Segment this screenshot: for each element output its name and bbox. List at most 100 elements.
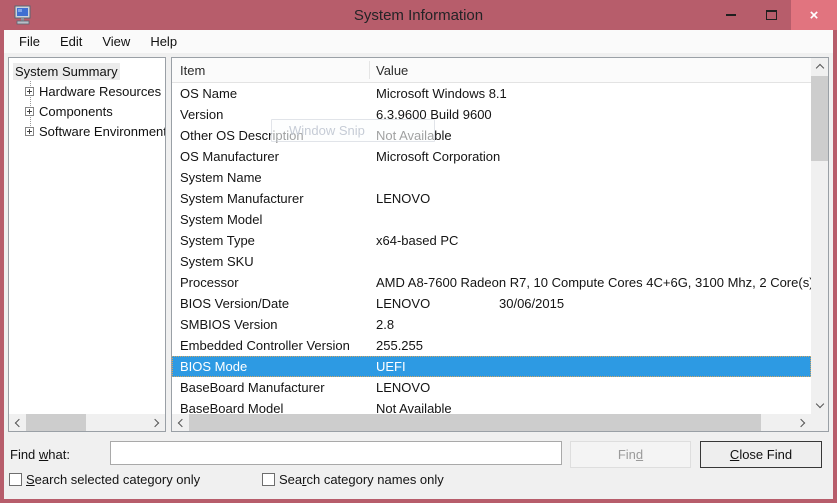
table-row[interactable]: BIOS Version/Date LENOVO30/06/2015 [172,293,811,314]
sidebar-item[interactable]: Hardware Resources [9,81,165,101]
minimize-icon [726,14,736,16]
table-row[interactable]: OS Name Microsoft Windows 8.1 [172,83,811,104]
chevron-right-icon [151,418,159,426]
tree-horizontal-scrollbar[interactable] [9,414,165,431]
row-value-cell: LENOVO [376,377,811,398]
table-body: OS Name Microsoft Windows 8.1 Version 6.3.9… [172,83,811,414]
tree: System Summary Hardware Resources Componen… [9,58,165,414]
sidebar-item-label: System Summary [13,63,120,80]
table-horizontal-scrollbar[interactable] [172,414,811,431]
row-item-cell: Other OS Description [172,125,369,146]
menu-view[interactable]: View [92,32,140,51]
row-item-cell: BIOS Version/Date [172,293,369,314]
table-row[interactable]: OS Manufacturer Microsoft Corporation [172,146,811,167]
table-row[interactable]: System Model [172,209,811,230]
row-item-cell: OS Name [172,83,369,104]
row-value-cell: LENOVO30/06/2015 [376,293,811,314]
minimize-button[interactable] [711,0,751,30]
row-item-cell: SMBIOS Version [172,314,369,335]
sidebar-item-label: Software Environment [39,124,165,139]
menu-file[interactable]: File [9,32,50,51]
system-information-window: System Information × File Edit View Help… [0,0,837,503]
row-item-cell: OS Manufacturer [172,146,369,167]
row-item-cell: System Manufacturer [172,188,369,209]
menu-help[interactable]: Help [140,32,187,51]
expand-plus-icon[interactable] [25,87,34,96]
table-row[interactable]: Embedded Controller Version 255.255 [172,335,811,356]
sidebar-item[interactable]: Components [9,101,165,121]
table-row[interactable]: System Manufacturer LENOVO [172,188,811,209]
table-row[interactable]: SMBIOS Version 2.8 [172,314,811,335]
checkbox-icon[interactable] [262,473,275,486]
checkbox-label[interactable]: Search category names only [279,472,444,487]
scroll-right-button[interactable] [794,414,811,431]
scroll-up-button[interactable] [811,58,828,75]
column-header-item[interactable]: Item [180,58,205,83]
table-row[interactable]: System Name [172,167,811,188]
row-item-cell: System SKU [172,251,369,272]
find-input[interactable] [110,441,562,465]
chevron-left-icon [15,418,23,426]
menu-edit[interactable]: Edit [50,32,92,51]
scrollbar-thumb[interactable] [26,414,86,431]
find-button[interactable]: Find [570,441,691,468]
table-row[interactable]: BIOS Mode UEFI [172,356,811,377]
row-item-cell: System Model [172,209,369,230]
close-find-button[interactable]: Close Find [700,441,822,468]
scroll-down-button[interactable] [811,397,828,414]
row-value-cell: 2.8 [376,314,811,335]
checkbox-label[interactable]: Search selected category only [26,472,200,487]
row-item-cell: System Type [172,230,369,251]
expand-plus-icon[interactable] [25,107,34,116]
row-item-cell: Version [172,104,369,125]
checkbox-icon[interactable] [9,473,22,486]
table-row[interactable]: System Type x64-based PC [172,230,811,251]
details-pane: Item Value OS NameMicrosoft Windows 8.1V… [171,57,829,432]
row-value-cell: UEFI [376,356,811,377]
sidebar-item[interactable]: System Summary [9,61,165,81]
table-row[interactable]: System SKU [172,251,811,272]
row-value-cell: 6.3.9600 Build 9600 [376,104,811,125]
row-item-cell: BIOS Mode [172,356,369,377]
close-button[interactable]: × [791,0,837,30]
row-value-cell: Microsoft Corporation [376,146,811,167]
scrollbar-corner [811,414,828,431]
scrollbar-thumb[interactable] [811,76,828,161]
sidebar-item[interactable]: Software Environment [9,121,165,141]
table-vertical-scrollbar[interactable] [811,58,828,414]
table-row[interactable]: BaseBoard Model Not Available [172,398,811,414]
maximize-button[interactable] [751,0,791,30]
category-tree-pane: System Summary Hardware Resources Componen… [8,57,166,432]
scroll-left-button[interactable] [9,414,26,431]
find-what-label: Find what: [10,447,70,462]
row-value-cell: Not Available [376,398,811,414]
expand-plus-icon[interactable] [25,127,34,136]
row-item-cell: System Name [172,167,369,188]
scroll-left-button[interactable] [172,414,189,431]
sidebar-item-label: Components [39,104,113,119]
chevron-down-icon [815,400,823,408]
table-header: Item Value [172,58,811,83]
window-border-right [833,30,837,503]
find-bar: Find what: Find Close Find Search select… [4,437,833,499]
column-divider[interactable] [369,61,370,79]
table-row[interactable]: BaseBoard ManufacturerLENOVO [172,377,811,398]
sidebar-item-label: Hardware Resources [39,84,161,99]
row-item-cell: Embedded Controller Version [172,335,369,356]
search-selected-category-checkbox[interactable]: Search selected category only [9,472,200,487]
column-header-value[interactable]: Value [376,58,408,83]
search-category-names-checkbox[interactable]: Search category names only [262,472,444,487]
row-value-cell: 255.255 [376,335,811,356]
row-value-cell: x64-based PC [376,230,811,251]
row-value-cell: Microsoft Windows 8.1 [376,83,811,104]
menu-bar: File Edit View Help [4,30,833,53]
row-value-cell: LENOVO [376,188,811,209]
scroll-right-button[interactable] [148,414,165,431]
row-item-cell: BaseBoard Model [172,398,369,414]
table-row[interactable]: ProcessorAMD A8-7600 Radeon R7, 10 Compu… [172,272,811,293]
table-row[interactable]: Other OS DescriptionNot Available [172,125,811,146]
scrollbar-thumb[interactable] [189,414,761,431]
row-value-cell: AMD A8-7600 Radeon R7, 10 Compute Cores … [376,272,811,293]
title-bar[interactable]: System Information × [0,0,837,30]
table-row[interactable]: Version 6.3.9600 Build 9600 [172,104,811,125]
